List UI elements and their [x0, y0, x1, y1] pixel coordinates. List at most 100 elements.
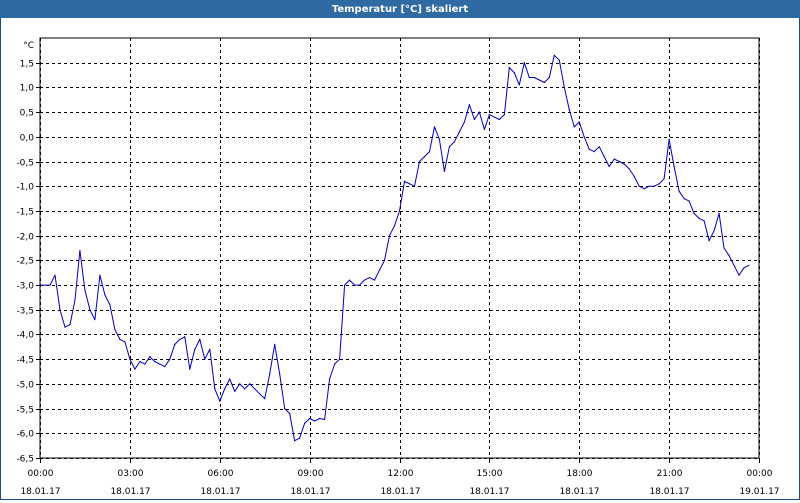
temperature-data-point	[673, 165, 675, 168]
temperature-data-point	[503, 114, 505, 116]
temperature-data-point	[523, 62, 525, 64]
temperature-data-point	[498, 118, 500, 121]
y-tick-label: -2,5	[16, 257, 34, 267]
temperature-data-point	[583, 136, 585, 138]
temperature-data-point	[738, 274, 740, 276]
temperature-data-point	[289, 412, 291, 415]
temperature-data-point	[189, 368, 191, 370]
temperature-data-point	[533, 76, 535, 79]
y-tick-label: 0,0	[20, 134, 35, 144]
temperature-data-point	[383, 259, 386, 261]
temperature-data-point	[748, 264, 750, 266]
temperature-data-point	[558, 59, 560, 61]
temperature-data-point	[99, 274, 101, 276]
temperature-data-point	[553, 54, 555, 56]
temperature-data-point	[508, 67, 510, 69]
temperature-data-point	[393, 225, 396, 227]
temperature-data-point	[249, 383, 251, 385]
temperature-data-point	[423, 156, 426, 158]
temperature-data-point	[39, 284, 41, 286]
temperature-data-point	[344, 284, 346, 286]
temperature-data-point	[139, 361, 141, 363]
temperature-data-point	[688, 200, 690, 202]
temperature-data-point	[359, 284, 361, 286]
temperature-data-point	[159, 363, 161, 365]
y-tick-label: -2,0	[16, 233, 34, 243]
temperature-data-point	[134, 368, 136, 370]
temperature-data-point	[214, 388, 216, 390]
temperature-data-point	[169, 358, 171, 360]
temperature-data-point	[229, 378, 231, 380]
temperature-data-point	[59, 309, 61, 311]
temperature-data-point	[518, 84, 520, 86]
temperature-data-point	[224, 388, 226, 390]
chart-title-bar: Temperatur [°C] skaliert	[0, 0, 800, 18]
temperature-data-point	[164, 366, 166, 368]
temperature-data-point	[349, 279, 351, 281]
temperature-data-point	[513, 72, 515, 74]
temperature-data-point	[199, 338, 201, 340]
y-tick-label: -4,0	[16, 331, 34, 341]
temperature-data-point	[244, 388, 246, 390]
temperature-data-point	[104, 294, 106, 296]
temperature-data-point	[468, 104, 470, 106]
temperature-data-point	[728, 254, 730, 256]
plot-frame	[39, 37, 760, 459]
temperature-data-point	[528, 76, 530, 79]
y-tick-label: 0,5	[20, 109, 34, 119]
temperature-data-point	[418, 160, 421, 163]
y-axis-unit: °C	[23, 41, 34, 51]
temperature-data-point	[124, 341, 126, 343]
temperature-data-point	[628, 168, 630, 170]
temperature-data-point	[408, 183, 411, 185]
temperature-data-point	[478, 111, 480, 113]
x-tick-time-label: 09:00	[298, 469, 324, 479]
temperature-data-point	[69, 324, 71, 326]
temperature-data-point	[708, 240, 710, 242]
temperature-data-point	[598, 146, 600, 148]
temperature-data-point	[109, 304, 111, 306]
temperature-data-point	[453, 141, 455, 143]
x-tick-time-label: 12:00	[388, 469, 414, 479]
temperature-data-point	[618, 160, 620, 163]
temperature-data-point	[638, 185, 640, 187]
temperature-data-point	[324, 418, 326, 421]
x-tick-date-label: 18.01.17	[649, 487, 689, 497]
temperature-data-point	[259, 393, 261, 395]
temperature-data-point	[119, 338, 121, 340]
temperature-data-point	[64, 326, 66, 328]
x-tick-date-label: 18.01.17	[469, 487, 509, 497]
temperature-data-point	[703, 220, 705, 222]
y-tick-label: -5,5	[16, 406, 34, 416]
temperature-data-point	[94, 319, 96, 321]
temperature-data-point	[653, 185, 655, 187]
temperature-data-point	[184, 336, 186, 338]
temperature-data-point	[373, 279, 376, 281]
grid-layer	[40, 38, 760, 459]
temperature-data-point	[294, 440, 296, 442]
temperature-data-point	[304, 422, 306, 424]
temperature-data-point	[648, 185, 650, 187]
temperature-data-point	[363, 279, 366, 281]
temperature-data-point	[473, 118, 475, 121]
temperature-series-line	[40, 54, 750, 442]
temperature-data-point	[234, 390, 236, 392]
x-tick-date-label: 18.01.17	[290, 487, 330, 497]
temperature-data-point	[314, 420, 316, 422]
temperature-data-point	[194, 348, 196, 350]
chart-title: Temperatur [°C] skaliert	[331, 3, 469, 15]
temperature-data-point	[543, 81, 545, 84]
temperature-data-point	[299, 437, 301, 439]
y-tick-label: 1,0	[20, 84, 35, 94]
y-tick-label: -6,0	[16, 430, 34, 440]
temperature-data-point	[438, 138, 440, 140]
y-tick-label: -5,0	[16, 381, 34, 391]
temperature-data-point	[658, 183, 660, 185]
temperature-chart: 1,5 1,0 0,5 0,0 -0,5 -1,0 -1,5 -2,0 -2,5 -3,0 -3,5…	[16, 37, 780, 497]
temperature-data-point	[49, 284, 51, 286]
axis-layer	[36, 37, 760, 463]
temperature-data-point	[403, 180, 406, 182]
temperature-data-point	[723, 247, 725, 249]
temperature-data-point	[668, 138, 670, 140]
temperature-data-point	[458, 131, 460, 133]
